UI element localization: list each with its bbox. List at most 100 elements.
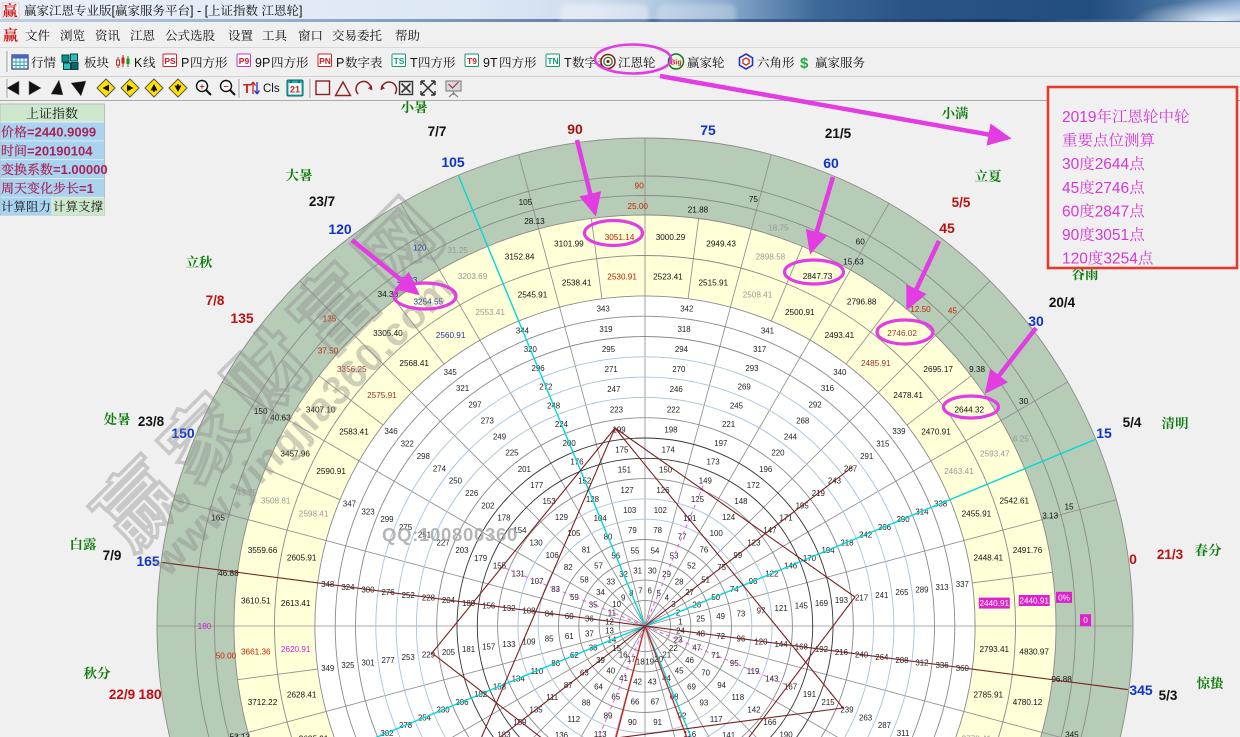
svg-text:347: 347 [343, 500, 356, 509]
svg-text:301: 301 [361, 659, 374, 668]
svg-text:2553.41: 2553.41 [475, 308, 505, 317]
svg-text:53.13: 53.13 [230, 733, 251, 737]
svg-text:337: 337 [956, 580, 969, 589]
svg-text:246: 246 [670, 385, 684, 394]
svg-text:41: 41 [619, 674, 628, 683]
svg-text:43: 43 [648, 678, 657, 687]
svg-text:142: 142 [747, 706, 760, 715]
svg-text:15: 15 [1064, 502, 1074, 511]
svg-text:=20190104: =20190104 [27, 143, 93, 158]
svg-text:11: 11 [608, 608, 616, 617]
svg-text:21: 21 [290, 85, 300, 95]
svg-text:0: 0 [1083, 616, 1088, 625]
svg-text:22: 22 [669, 644, 678, 653]
svg-text:13: 13 [605, 627, 614, 636]
svg-text:3203.69: 3203.69 [458, 272, 488, 281]
svg-text:30: 30 [1028, 313, 1044, 329]
svg-text:45: 45 [675, 667, 684, 676]
svg-text:2508.41: 2508.41 [743, 291, 773, 300]
svg-text:145: 145 [795, 601, 809, 610]
svg-text:2613.41: 2613.41 [281, 599, 311, 608]
svg-text:153: 153 [543, 497, 557, 506]
svg-text:166: 166 [763, 718, 777, 727]
svg-text:3712.22: 3712.22 [248, 698, 278, 707]
svg-text:66: 66 [631, 698, 640, 707]
svg-text:$: $ [800, 55, 809, 72]
svg-text:2785.91: 2785.91 [973, 690, 1003, 699]
svg-text:7/7: 7/7 [428, 124, 447, 139]
svg-text:292: 292 [809, 400, 822, 409]
svg-text:93: 93 [700, 699, 709, 708]
svg-text:179: 179 [474, 554, 488, 563]
svg-text:7/9: 7/9 [103, 548, 122, 563]
svg-text:77: 77 [678, 533, 687, 542]
svg-text:287: 287 [878, 721, 891, 730]
svg-text:2598.41: 2598.41 [299, 510, 329, 519]
svg-text:2515.91: 2515.91 [698, 279, 728, 288]
svg-text:53: 53 [670, 551, 679, 560]
svg-text:226: 226 [465, 489, 479, 498]
svg-text:345: 345 [1129, 682, 1153, 698]
svg-text:2796.88: 2796.88 [847, 298, 877, 307]
svg-text:175: 175 [615, 446, 629, 455]
svg-text:25.00: 25.00 [627, 202, 648, 211]
svg-text:28.13: 28.13 [524, 217, 545, 226]
svg-text:135: 135 [230, 310, 254, 326]
svg-text:90: 90 [628, 718, 637, 727]
svg-text:70: 70 [701, 669, 710, 678]
svg-text:61: 61 [565, 632, 574, 641]
svg-text:268: 268 [796, 416, 810, 425]
svg-text:2019: 2019 [1062, 109, 1096, 126]
svg-text:20/4: 20/4 [1049, 295, 1076, 310]
svg-text:0: 0 [1129, 551, 1137, 567]
svg-text:2644.32: 2644.32 [954, 405, 984, 414]
svg-text:2470.91: 2470.91 [921, 428, 951, 437]
svg-text:118: 118 [732, 693, 745, 702]
svg-text:112: 112 [568, 715, 581, 724]
svg-text:2746: 2746 [1095, 180, 1129, 197]
svg-text:QQ:100800360: QQ:100800360 [382, 524, 518, 545]
svg-text:[: [ [112, 4, 116, 18]
svg-text:343: 343 [597, 305, 611, 314]
svg-text:31.25: 31.25 [447, 246, 468, 255]
svg-text:15.63: 15.63 [843, 257, 864, 266]
svg-text:−: − [223, 82, 228, 92]
svg-text:17: 17 [627, 655, 636, 664]
svg-text:311: 311 [897, 729, 910, 737]
svg-text:18: 18 [636, 658, 645, 667]
svg-text:59: 59 [570, 593, 579, 602]
svg-text:202: 202 [481, 501, 494, 510]
svg-text:136: 136 [555, 731, 569, 737]
svg-text:15: 15 [1096, 425, 1112, 441]
svg-text:60: 60 [856, 238, 866, 247]
svg-text:2746.02: 2746.02 [887, 329, 917, 338]
svg-text:30: 30 [648, 566, 657, 575]
svg-text:105: 105 [441, 154, 465, 170]
svg-text:270: 270 [672, 365, 686, 374]
svg-text:79: 79 [628, 526, 637, 535]
svg-text:2500.91: 2500.91 [785, 308, 815, 317]
svg-text:34: 34 [596, 588, 605, 597]
svg-text:102: 102 [654, 506, 667, 515]
svg-text:30: 30 [1062, 156, 1080, 173]
svg-text:2485.91: 2485.91 [861, 359, 891, 368]
svg-text:3000.29: 3000.29 [656, 233, 686, 242]
svg-text:P9: P9 [239, 56, 250, 66]
svg-text:75: 75 [700, 122, 716, 138]
svg-text:P: P [336, 56, 344, 70]
svg-text:64: 64 [594, 683, 603, 692]
svg-text:85: 85 [545, 635, 554, 644]
svg-text:T: T [243, 81, 251, 96]
svg-text:23/8: 23/8 [138, 414, 165, 429]
svg-text:49: 49 [716, 612, 725, 621]
svg-text:250: 250 [449, 477, 463, 486]
svg-text:313: 313 [936, 583, 950, 592]
svg-text:94: 94 [717, 681, 726, 690]
svg-text:4830.97: 4830.97 [1019, 648, 1049, 657]
svg-text:9: 9 [621, 594, 626, 603]
svg-text:2644: 2644 [1095, 156, 1130, 173]
svg-text:141: 141 [722, 731, 735, 737]
svg-text:=2440.9099: =2440.9099 [27, 125, 96, 140]
svg-text:253: 253 [402, 653, 416, 662]
svg-text:321: 321 [456, 384, 469, 393]
